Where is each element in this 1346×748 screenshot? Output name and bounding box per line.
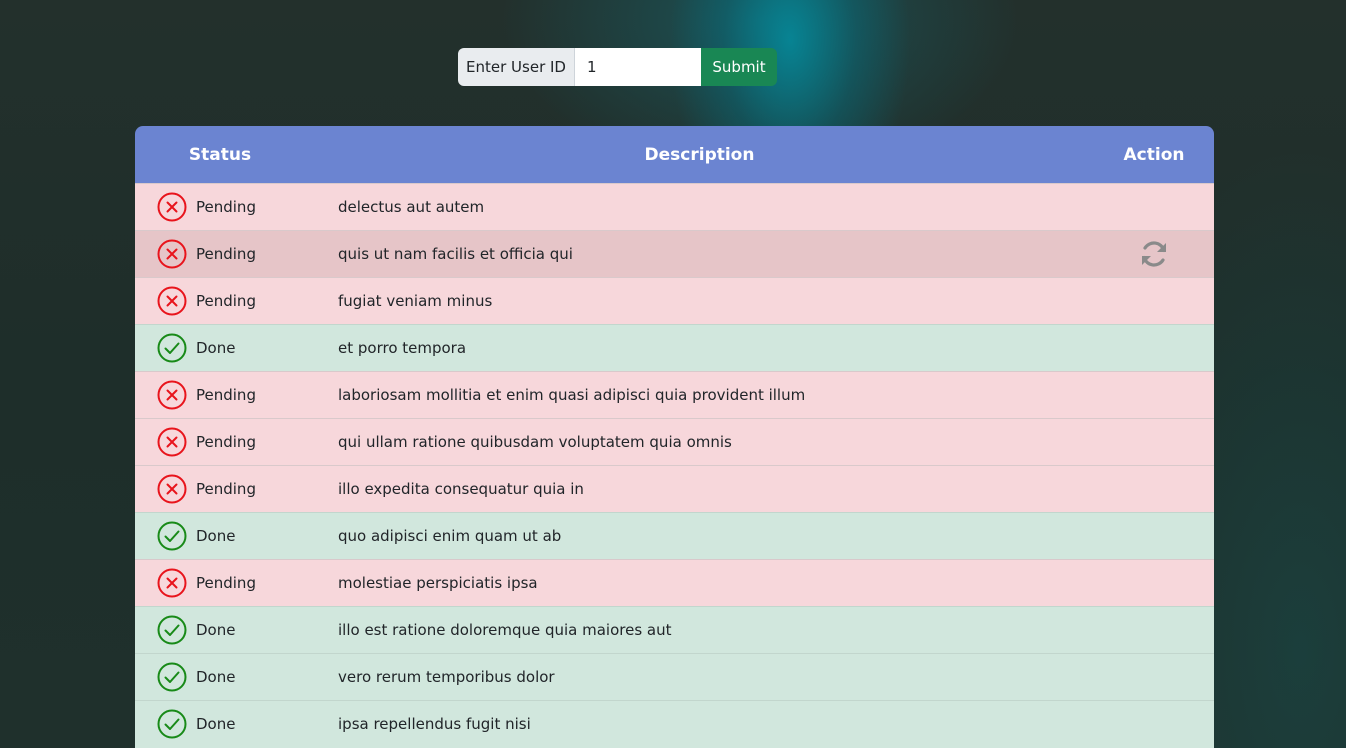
status-wrapper: Done [135,615,305,645]
x-circle-icon [157,427,187,457]
status-label: Pending [196,574,256,592]
table-row[interactable]: Done vero rerum temporibus dolor [135,653,1214,701]
action-cell [1094,465,1214,513]
status-cell: Done [135,653,305,701]
action-cell [1094,277,1214,325]
table-row[interactable]: Done quo adipisci enim quam ut ab [135,512,1214,560]
table-row[interactable]: Pending molestiae perspiciatis ipsa [135,559,1214,607]
x-circle-icon [157,192,187,222]
status-label: Done [196,621,236,639]
x-circle-icon [157,286,187,316]
status-label: Pending [196,198,256,216]
action-cell [1094,371,1214,419]
table-row[interactable]: Pending fugiat veniam minus [135,277,1214,325]
action-cell [1094,653,1214,701]
todo-table-container: Status Description Action Pending delectu… [135,126,1214,748]
description-cell: illo est ratione doloremque quia maiores… [305,606,1094,654]
table-row[interactable]: Pending illo expedita consequatur quia in [135,465,1214,513]
description-cell: fugiat veniam minus [305,277,1094,325]
submit-button[interactable]: Submit [701,48,777,86]
status-cell: Pending [135,465,305,513]
status-cell: Pending [135,277,305,325]
status-cell: Pending [135,183,305,231]
status-wrapper: Pending [135,239,305,269]
check-circle-icon [157,662,187,692]
status-label: Pending [196,433,256,451]
user-id-input[interactable] [575,48,701,86]
action-cell [1094,418,1214,466]
description-cell: ipsa repellendus fugit nisi [305,700,1094,748]
check-circle-icon [157,521,187,551]
status-label: Pending [196,292,256,310]
action-cell [1094,606,1214,654]
status-cell: Pending [135,371,305,419]
x-circle-icon [157,568,187,598]
action-cell [1094,512,1214,560]
status-wrapper: Done [135,521,305,551]
user-id-label: Enter User ID [458,48,575,86]
status-cell: Pending [135,230,305,278]
status-cell: Done [135,324,305,372]
action-column-header: Action [1094,126,1214,184]
user-id-form: Enter User ID Submit [458,48,777,86]
header-row: Status Description Action [135,126,1214,184]
status-wrapper: Pending [135,427,305,457]
status-label: Pending [196,245,256,263]
table-row[interactable]: Pending qui ullam ratione quibusdam volup… [135,418,1214,466]
status-wrapper: Done [135,662,305,692]
description-cell: illo expedita consequatur quia in [305,465,1094,513]
status-wrapper: Done [135,709,305,739]
status-wrapper: Pending [135,568,305,598]
status-wrapper: Done [135,333,305,363]
check-circle-icon [157,709,187,739]
status-wrapper: Pending [135,380,305,410]
action-cell [1094,559,1214,607]
x-circle-icon [157,474,187,504]
status-cell: Done [135,606,305,654]
x-circle-icon [157,380,187,410]
table-header: Status Description Action [135,126,1214,184]
action-cell [1094,324,1214,372]
description-cell: qui ullam ratione quibusdam voluptatem q… [305,418,1094,466]
status-column-header: Status [135,126,305,184]
description-cell: quo adipisci enim quam ut ab [305,512,1094,560]
table-row[interactable]: Done et porro tempora [135,324,1214,372]
status-wrapper: Pending [135,286,305,316]
description-cell: vero rerum temporibus dolor [305,653,1094,701]
check-circle-icon [157,333,187,363]
action-cell [1094,183,1214,231]
table-body: Pending delectus aut autem Pending quis ut … [135,183,1214,748]
description-cell: delectus aut autem [305,183,1094,231]
action-cell [1094,700,1214,748]
description-cell: laboriosam mollitia et enim quasi adipis… [305,371,1094,419]
todo-table: Status Description Action Pending delectu… [135,126,1214,748]
description-cell: et porro tempora [305,324,1094,372]
status-wrapper: Pending [135,192,305,222]
status-cell: Done [135,700,305,748]
status-label: Pending [196,386,256,404]
status-label: Done [196,668,236,686]
status-label: Done [196,339,236,357]
x-circle-icon [157,239,187,269]
description-cell: quis ut nam facilis et officia qui [305,230,1094,278]
table-row[interactable]: Done illo est ratione doloremque quia mai… [135,606,1214,654]
table-row[interactable]: Pending delectus aut autem [135,183,1214,231]
check-circle-icon [157,615,187,645]
table-row[interactable]: Pending laboriosam mollitia et enim quasi… [135,371,1214,419]
status-cell: Done [135,512,305,560]
description-cell: molestiae perspiciatis ipsa [305,559,1094,607]
status-cell: Pending [135,559,305,607]
status-label: Done [196,715,236,734]
status-wrapper: Pending [135,474,305,504]
description-column-header: Description [305,126,1094,184]
table-row[interactable]: Pending quis ut nam facilis et officia qu… [135,230,1214,278]
status-label: Pending [196,480,256,498]
status-cell: Pending [135,418,305,466]
action-cell [1094,230,1214,278]
refresh-icon[interactable] [1138,238,1170,270]
status-label: Done [196,527,236,545]
table-row[interactable]: Done ipsa repellendus fugit nisi [135,700,1214,748]
